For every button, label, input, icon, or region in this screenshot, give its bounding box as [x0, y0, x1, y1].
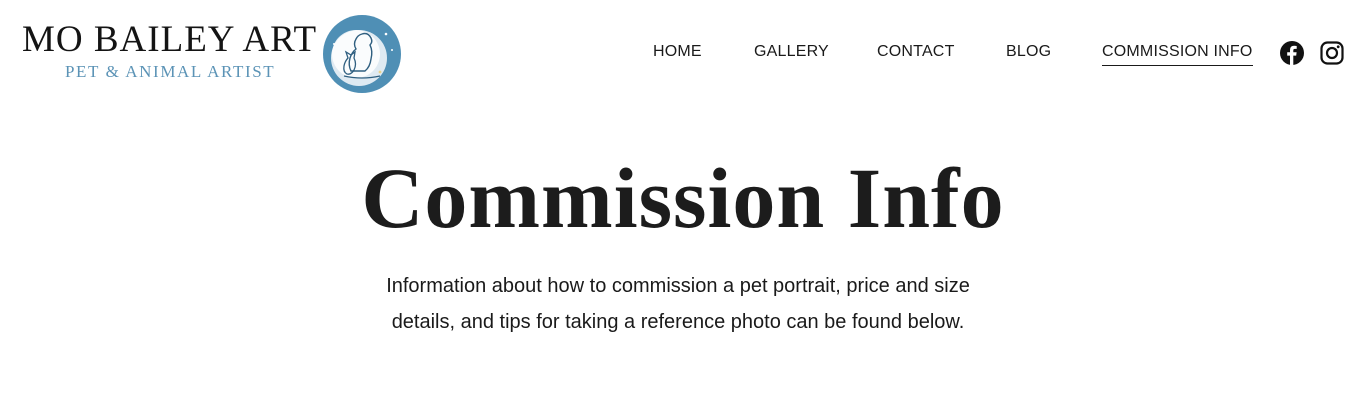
facebook-link[interactable]	[1279, 40, 1305, 66]
nav-item-contact[interactable]: CONTACT	[877, 40, 955, 64]
main-nav: HOME GALLERY CONTACT BLOG COMMISSION INF…	[0, 40, 1366, 70]
nav-item-home[interactable]: HOME	[653, 40, 702, 64]
instagram-link[interactable]	[1319, 40, 1345, 66]
page-title: Commission Info	[361, 150, 1005, 246]
nav-item-blog[interactable]: BLOG	[1006, 40, 1051, 64]
site-header: MO BAILEY ART PET & ANIMAL ARTIST HOME G…	[0, 0, 1366, 104]
nav-item-gallery[interactable]: GALLERY	[754, 40, 829, 64]
intro-paragraph: Information about how to commission a pe…	[386, 275, 970, 333]
nav-item-commission-info[interactable]: COMMISSION INFO	[1102, 40, 1253, 66]
facebook-icon	[1280, 41, 1304, 65]
instagram-icon	[1320, 41, 1344, 65]
